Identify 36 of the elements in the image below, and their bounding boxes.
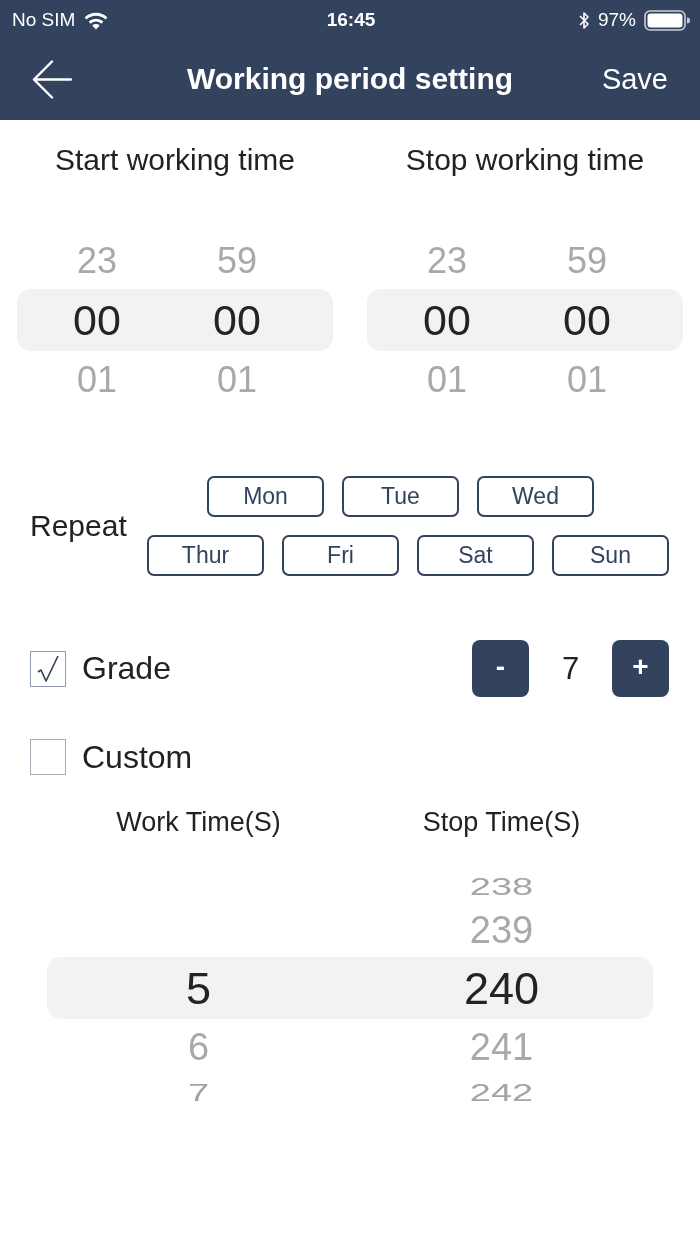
picker-heading: Stop Time(S) [422, 806, 581, 839]
battery-percentage: 97% [597, 9, 636, 31]
back-button[interactable] [32, 59, 72, 99]
day-toggle-button[interactable]: Tue [342, 476, 459, 517]
save-button[interactable]: Save [601, 62, 668, 96]
picker-value[interactable]: 240 [463, 965, 540, 1011]
day-toggle-button[interactable]: Thur [147, 535, 264, 576]
back-arrow-icon [32, 59, 72, 99]
decrement-button[interactable]: - [472, 640, 529, 697]
day-toggle-button[interactable]: Fri [282, 535, 399, 576]
repeat-label: Repeat [30, 509, 128, 543]
picker-value[interactable]: 00 [423, 298, 471, 342]
day-toggle-button[interactable]: Sat [417, 535, 534, 576]
page-title: Working period setting [186, 62, 514, 96]
check-icon [37, 654, 59, 683]
wifi-icon [83, 10, 110, 30]
status-time: 16:45 [326, 9, 376, 31]
day-toggle-button[interactable]: Wed [477, 476, 594, 517]
stepper-value: 7 [560, 650, 581, 687]
day-toggle-button[interactable]: Sun [552, 535, 669, 576]
picker-value[interactable]: 00 [73, 298, 121, 342]
picker-heading: Stop working time [404, 142, 646, 178]
picker-value[interactable]: 00 [213, 298, 261, 342]
picker-value[interactable]: 5 [186, 965, 211, 1011]
option-label: Grade [82, 650, 171, 687]
day-toggle-button[interactable]: Mon [207, 476, 324, 517]
battery-icon [644, 9, 690, 31]
checkbox[interactable] [30, 739, 66, 775]
picker-heading: Work Time(S) [116, 806, 281, 839]
checkbox[interactable] [30, 650, 66, 687]
increment-button[interactable]: + [612, 640, 669, 697]
picker-value[interactable]: 00 [563, 298, 611, 342]
option-label: Custom [82, 738, 193, 776]
picker-heading: Start working time [53, 142, 297, 178]
bluetooth-icon [578, 10, 590, 30]
carrier-label: No SIM [12, 9, 76, 31]
